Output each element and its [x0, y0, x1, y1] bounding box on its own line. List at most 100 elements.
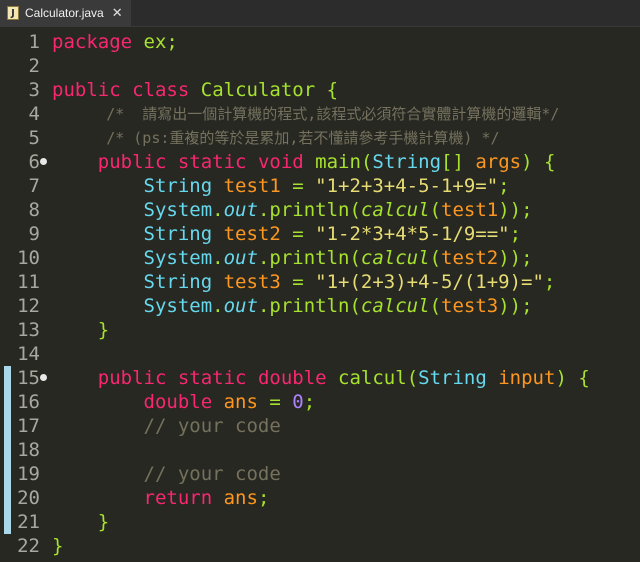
code-line[interactable]: 15 public static double calcul(String in… — [0, 366, 640, 390]
code-line[interactable]: 19 // your code — [0, 462, 640, 486]
code-token: ( — [349, 199, 361, 221]
code-line[interactable]: 6 public static void main(String[] args)… — [0, 150, 640, 174]
code-token: } — [52, 535, 64, 557]
line-number: 11 — [17, 271, 40, 293]
code-text: public class Calculator { — [52, 78, 338, 102]
fold-toggle-icon[interactable] — [40, 158, 47, 165]
code-token: "1-2*3+4*5-1/9==" — [315, 223, 510, 245]
line-gutter: 6 — [0, 150, 48, 174]
code-token: } — [52, 319, 110, 341]
line-number: 21 — [17, 511, 40, 533]
code-token: ; — [257, 487, 270, 509]
code-token: args — [475, 151, 522, 173]
code-token: . — [257, 247, 270, 269]
line-gutter: 9 — [0, 222, 48, 246]
code-token: ( — [429, 199, 442, 221]
code-text: } — [52, 318, 109, 342]
code-token: "1+2+3+4-5-1+9=" — [315, 175, 499, 197]
code-line[interactable]: 22} — [0, 534, 640, 558]
code-line[interactable]: 16 double ans = 0; — [0, 390, 640, 414]
code-token: return — [143, 487, 213, 509]
code-token: ) { — [555, 367, 590, 389]
code-token: = — [280, 175, 316, 197]
code-line[interactable]: 11 String test3 = "1+(2+3)+4-5/(1+9)="; — [0, 270, 640, 294]
code-token: test2 — [441, 247, 499, 269]
code-token: double — [257, 367, 327, 389]
code-token: println — [269, 199, 350, 221]
code-text: /* 請寫出一個計算機的程式,該程式必須符合實體計算機的邏輯*/ — [52, 102, 559, 126]
code-token: )); — [498, 247, 533, 269]
code-line[interactable]: 2 — [0, 54, 640, 78]
code-line[interactable]: 21 } — [0, 510, 640, 534]
code-line[interactable]: 20 return ans; — [0, 486, 640, 510]
line-gutter: 11 — [0, 270, 48, 294]
code-token: class — [132, 79, 190, 101]
code-token: System — [143, 295, 213, 317]
tab-calculator-java[interactable]: J Calculator.java ✕ — [0, 0, 131, 26]
code-token: } — [52, 511, 110, 533]
code-token: String — [372, 151, 442, 173]
code-line[interactable]: 8 System.out.println(calcul(test1)); — [0, 198, 640, 222]
code-token: String — [143, 175, 213, 197]
code-text: String test3 = "1+(2+3)+4-5/(1+9)="; — [52, 270, 556, 294]
code-line[interactable]: 10 System.out.println(calcul(test2)); — [0, 246, 640, 270]
code-token: test1 — [441, 199, 499, 221]
code-text: public static void main(String[] args) { — [52, 150, 556, 174]
code-token: input — [498, 367, 556, 389]
code-token: out — [223, 247, 258, 269]
code-line[interactable]: 18 — [0, 438, 640, 462]
code-line[interactable]: 9 String test2 = "1-2*3+4*5-1/9=="; — [0, 222, 640, 246]
code-editor[interactable]: 1 package ex; 2 3 public class Calculator {4… — [0, 27, 640, 562]
line-number: 17 — [17, 415, 40, 437]
code-line[interactable]: 12 System.out.println(calcul(test3)); — [0, 294, 640, 318]
code-line[interactable]: 13 } — [0, 318, 640, 342]
code-token: test3 — [441, 295, 499, 317]
java-file-icon: J — [7, 6, 19, 20]
code-token: ex; — [132, 31, 178, 53]
line-gutter: 4 — [0, 102, 48, 126]
line-gutter: 8 — [0, 198, 48, 222]
code-token: ans — [223, 487, 258, 509]
close-icon[interactable]: ✕ — [112, 6, 123, 21]
code-text: // your code — [52, 462, 281, 486]
code-token: public — [97, 367, 167, 389]
editor-tab-bar: J Calculator.java ✕ — [0, 0, 640, 27]
code-token: package — [52, 31, 133, 53]
line-gutter: 13 — [0, 318, 48, 342]
code-line[interactable]: 4 /* 請寫出一個計算機的程式,該程式必須符合實體計算機的邏輯*/ — [0, 102, 640, 126]
code-token: . — [257, 199, 270, 221]
line-gutter: 2 — [0, 54, 48, 78]
code-token: static — [177, 151, 247, 173]
code-token: /* (ps:重複的等於是累加,若不懂請參考手機計算機) */ — [106, 129, 500, 147]
code-token: double — [143, 391, 213, 413]
code-text: return ans; — [52, 486, 270, 510]
line-gutter: 22 — [0, 534, 48, 558]
code-token: System — [143, 247, 213, 269]
code-token: calcul — [360, 247, 430, 269]
line-number: 18 — [17, 439, 40, 461]
code-line[interactable]: 17 // your code — [0, 414, 640, 438]
code-token: = — [257, 391, 293, 413]
line-gutter: 7 — [0, 174, 48, 198]
fold-toggle-icon[interactable] — [40, 374, 47, 381]
code-token: = — [280, 223, 316, 245]
code-token: . — [212, 247, 224, 269]
code-token: calcul — [338, 367, 407, 389]
code-token: static — [177, 367, 247, 389]
code-line[interactable]: 14 — [0, 342, 640, 366]
code-line[interactable]: 3 public class Calculator { — [0, 78, 640, 102]
code-line[interactable]: 7 String test1 = "1+2+3+4-5-1+9="; — [0, 174, 640, 198]
code-line[interactable]: 1 package ex; — [0, 30, 640, 54]
code-line[interactable]: 5 /* (ps:重複的等於是累加,若不懂請參考手機計算機) */ — [0, 126, 640, 150]
